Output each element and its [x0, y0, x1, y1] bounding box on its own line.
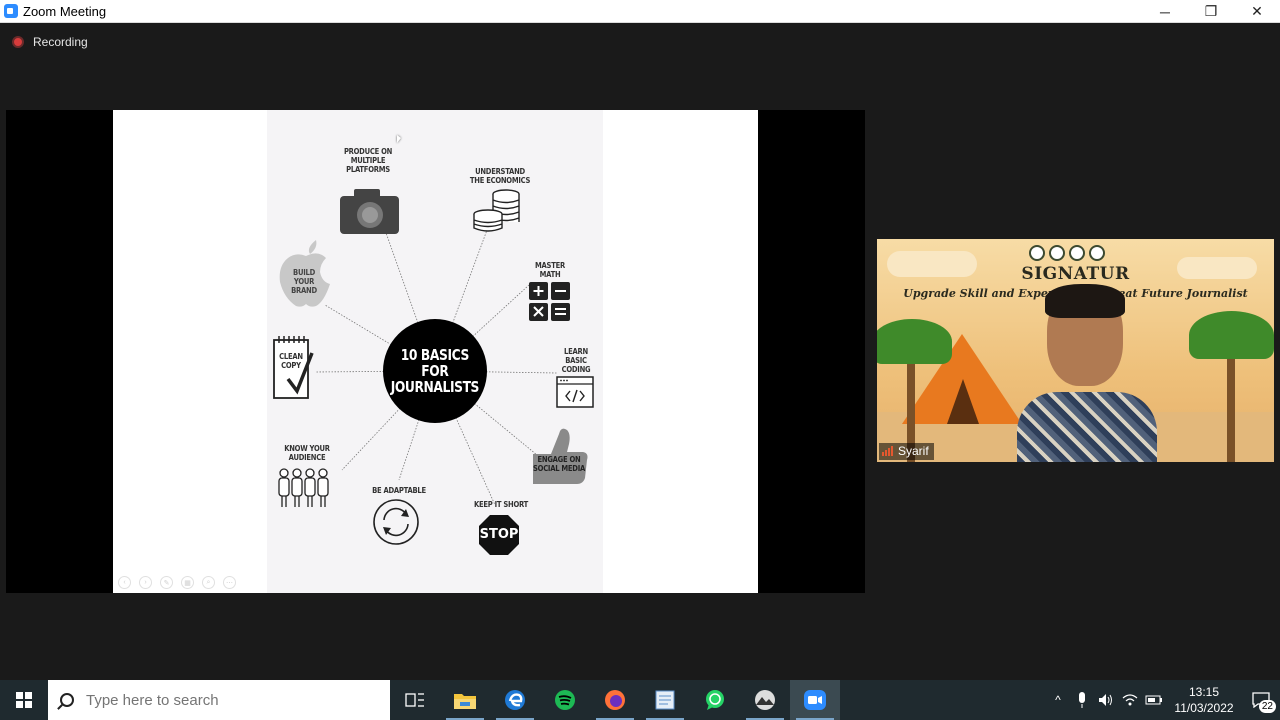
taskbar-firefox[interactable]: [590, 680, 640, 720]
person-hair: [1045, 284, 1125, 318]
label-understand-economics: UNDERSTAND THE ECONOMICS: [469, 167, 531, 185]
palm-tree-icon: [877, 319, 952, 364]
logo-icon: [1089, 245, 1105, 261]
label-know-your-audience: KNOW YOUR AUDIENCE: [284, 444, 330, 462]
participant-person: [1017, 284, 1157, 462]
task-view-button[interactable]: [390, 680, 440, 720]
document-app-icon: [655, 690, 675, 710]
search-icon: [60, 693, 74, 707]
close-button[interactable]: ✕: [1234, 0, 1280, 23]
center-title: 10 BASICS FOR JOURNALISTS: [390, 346, 480, 396]
notification-count-badge: 22: [1258, 700, 1276, 713]
edge-icon: [505, 690, 525, 710]
recording-label: Recording: [33, 35, 88, 49]
window-titlebar: Zoom Meeting ─ ❐ ✕: [0, 0, 1280, 23]
label-keep-it-short: KEEP IT SHORT: [473, 500, 529, 509]
palm-tree-icon: [1189, 311, 1274, 359]
participant-name-tag: Syarif: [879, 443, 934, 460]
windows-taskbar: ^ 13:15 11/03/2022 22: [0, 680, 1280, 720]
battery-icon[interactable]: [1142, 680, 1166, 720]
participant-name: Syarif: [898, 444, 929, 458]
people-icon: [278, 468, 329, 507]
window-title: Zoom Meeting: [23, 3, 107, 19]
notification-center-button[interactable]: 22: [1242, 680, 1280, 720]
minimize-button[interactable]: ─: [1142, 0, 1188, 23]
logo-icon: [1069, 245, 1085, 261]
label-learn-basic-coding: LEARN BASIC CODING: [561, 347, 591, 374]
previous-slide-icon[interactable]: ‹: [118, 576, 131, 589]
start-button[interactable]: [0, 680, 48, 720]
taskbar-spotify[interactable]: [540, 680, 590, 720]
taskbar-mountain-app[interactable]: [740, 680, 790, 720]
windows-logo-icon: [16, 692, 32, 708]
taskbar-apps: [390, 680, 840, 720]
zoom-slide-icon[interactable]: ⌕: [202, 576, 215, 589]
zoom-icon: [804, 690, 826, 710]
taskbar-file-explorer[interactable]: [440, 680, 490, 720]
banner-title: SIGNATUR: [1021, 264, 1130, 284]
volume-icon[interactable]: [1094, 680, 1118, 720]
cycle-arrows-icon: [373, 499, 419, 545]
taskbar-whatsapp[interactable]: [690, 680, 740, 720]
taskbar-document-app[interactable]: [640, 680, 690, 720]
mouse-cursor-icon: [397, 135, 401, 143]
whatsapp-icon: [706, 690, 724, 710]
code-window-icon: [556, 376, 594, 408]
slide-toolbar: ‹ › ✎ ▦ ⌕ ⋯: [118, 576, 236, 589]
recording-indicator[interactable]: Recording: [12, 35, 88, 49]
connection-signal-icon: [882, 446, 893, 456]
taskbar-search-box[interactable]: [48, 680, 390, 720]
label-engage-social-media: ENGAGE ON SOCIAL MEDIA: [533, 455, 585, 473]
screen-share-area[interactable]: PRODUCE ON MULTIPLE PLATFORMS UNDERSTAND…: [6, 110, 865, 593]
stop-sign-text: STOP: [479, 527, 519, 542]
file-explorer-icon: [454, 694, 476, 709]
taskbar-edge[interactable]: [490, 680, 540, 720]
label-build-your-brand: BUILD YOUR BRAND: [291, 268, 317, 295]
spotify-icon: [555, 690, 575, 710]
restore-button[interactable]: ❐: [1188, 0, 1234, 23]
person-shirt: [1017, 392, 1157, 462]
logo-icon: [1049, 245, 1065, 261]
pen-icon[interactable]: ✎: [160, 576, 173, 589]
calculator-icon: [529, 282, 570, 321]
participant-video-tile[interactable]: SIGNATUR Upgrade Skill and Experie Great…: [877, 239, 1274, 462]
camera-icon: [340, 189, 399, 234]
coins-icon: [473, 189, 520, 232]
label-be-adaptable: BE ADAPTABLE: [372, 486, 426, 495]
slides-grid-icon[interactable]: ▦: [181, 576, 194, 589]
microphone-icon[interactable]: [1070, 680, 1094, 720]
clock-date: 11/03/2022: [1174, 701, 1234, 715]
search-input[interactable]: [86, 691, 366, 709]
zoom-app-icon: [4, 4, 18, 18]
label-produce-multiple-platforms: PRODUCE ON MULTIPLE PLATFORMS: [343, 147, 393, 174]
taskbar-zoom[interactable]: [790, 680, 840, 720]
system-tray: ^ 13:15 11/03/2022 22: [1046, 680, 1280, 720]
show-hidden-icons-chevron-icon[interactable]: ^: [1046, 680, 1070, 720]
meeting-area: Recording PRODUCE ON MULTIPLE PLATFORMS …: [0, 23, 1280, 680]
recording-dot-icon: [12, 36, 24, 48]
next-slide-icon[interactable]: ›: [139, 576, 152, 589]
clock-time: 13:15: [1188, 685, 1220, 699]
firefox-icon: [605, 690, 625, 710]
window-controls: ─ ❐ ✕: [1142, 0, 1280, 23]
center-title-circle: 10 BASICS FOR JOURNALISTS: [383, 319, 487, 423]
infographic: PRODUCE ON MULTIPLE PLATFORMS UNDERSTAND…: [267, 110, 603, 593]
palm-trunk: [1227, 344, 1235, 462]
presentation-slide: PRODUCE ON MULTIPLE PLATFORMS UNDERSTAND…: [113, 110, 758, 593]
tent-door-shape: [947, 379, 979, 424]
wifi-icon[interactable]: [1118, 680, 1142, 720]
logo-icon: [1029, 245, 1045, 261]
task-view-icon: [405, 693, 424, 707]
stop-sign-icon: STOP: [478, 514, 520, 556]
label-clean-copy: CLEAN COPY: [279, 352, 303, 370]
banner-logos: [1029, 245, 1105, 261]
more-options-icon[interactable]: ⋯: [223, 576, 236, 589]
mountain-app-icon: [755, 690, 775, 710]
label-master-math: MASTER MATH: [535, 261, 565, 279]
taskbar-clock[interactable]: 13:15 11/03/2022: [1166, 684, 1242, 716]
